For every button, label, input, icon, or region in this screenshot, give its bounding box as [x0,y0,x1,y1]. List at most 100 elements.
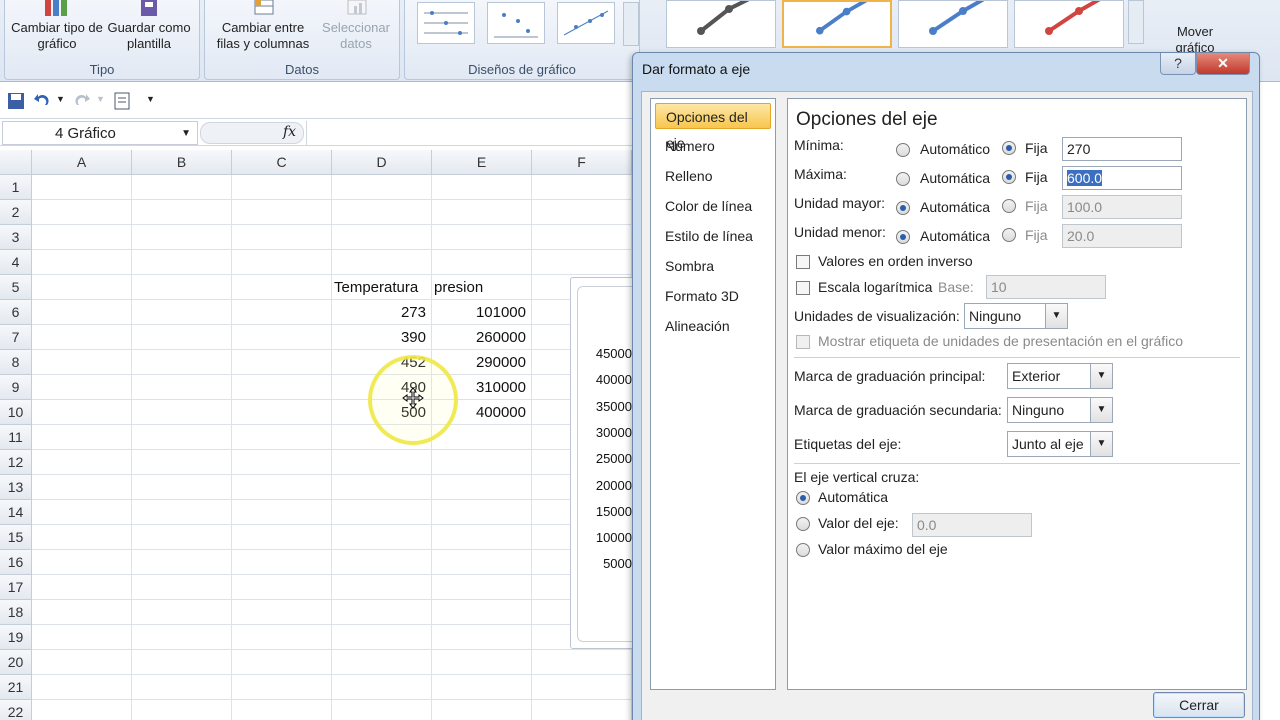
chart-style-2[interactable] [782,0,892,48]
crosses-value-input[interactable]: 0.0 [912,513,1032,537]
column-header-d[interactable]: D [332,150,432,175]
column-header-e[interactable]: E [432,150,532,175]
row-header-11[interactable]: 11 [0,425,32,450]
maximum-value-input[interactable]: 600.0 [1062,166,1182,190]
major-unit-fixed-radio[interactable] [1002,199,1016,213]
minimum-fixed-radio[interactable] [1002,141,1016,155]
maximum-fixed-radio[interactable] [1002,170,1016,184]
row-header-10[interactable]: 10 [0,400,32,425]
row-header-9[interactable]: 9 [0,375,32,400]
close-dialog-button[interactable]: Cerrar [1153,692,1245,718]
row-header-8[interactable]: 8 [0,350,32,375]
column-header-c[interactable]: C [232,150,332,175]
column-header-a[interactable]: A [32,150,132,175]
log-base-input[interactable]: 10 [986,275,1106,299]
styles-scroll[interactable] [1128,0,1144,44]
major-tick-value: Exterior [1012,368,1061,384]
cell-d7[interactable]: 390 [334,325,430,350]
minor-unit-fixed-radio[interactable] [1002,228,1016,242]
row-header-13[interactable]: 13 [0,475,32,500]
row-header-15[interactable]: 15 [0,525,32,550]
minor-unit-value-input[interactable]: 20.0 [1062,224,1182,248]
log-scale-checkbox[interactable] [796,281,810,295]
row-header-4[interactable]: 4 [0,250,32,275]
column-header-b[interactable]: B [132,150,232,175]
minor-tick-dropdown-icon[interactable]: ▼ [1090,398,1112,422]
name-box[interactable]: 4 Gráfico ▼ [2,121,198,145]
category-item[interactable]: Estilo de línea [655,223,771,249]
cell-d6[interactable]: 273 [334,300,430,325]
cell-e5[interactable]: presion [434,275,530,300]
axis-labels-dropdown-icon[interactable]: ▼ [1090,432,1112,456]
redo-dropdown-icon[interactable]: ▼ [96,94,105,104]
dialog-help-button[interactable]: ? [1160,53,1196,75]
category-item[interactable]: Relleno [655,163,771,189]
customize-qat-icon[interactable]: ▼ [146,94,155,104]
major-unit-auto-radio[interactable] [896,201,910,215]
row-header-17[interactable]: 17 [0,575,32,600]
row-header-3[interactable]: 3 [0,225,32,250]
crosses-auto-radio[interactable] [796,491,810,505]
major-tick-select[interactable]: Exterior ▼ [1007,363,1113,389]
row-header-5[interactable]: 5 [0,275,32,300]
display-units-value: Ninguno [969,308,1022,324]
chart-layout-3[interactable] [557,2,615,44]
cell-e7[interactable]: 260000 [434,325,530,350]
cell-d5[interactable]: Temperatura [334,275,430,300]
major-unit-value-input[interactable]: 100.0 [1062,195,1182,219]
row-header-6[interactable]: 6 [0,300,32,325]
row-header-22[interactable]: 22 [0,700,32,720]
display-units-dropdown-icon[interactable]: ▼ [1045,304,1067,328]
crosses-value-radio[interactable] [796,517,810,531]
layouts-scroll[interactable] [623,2,639,46]
minor-tick-select[interactable]: Ninguno ▼ [1007,397,1113,423]
cell-e6[interactable]: 101000 [434,300,530,325]
row-header-19[interactable]: 19 [0,625,32,650]
row-header-14[interactable]: 14 [0,500,32,525]
display-units-select[interactable]: Ninguno ▼ [964,303,1068,329]
row-header-7[interactable]: 7 [0,325,32,350]
chart-layout-2[interactable] [487,2,545,44]
reverse-order-checkbox[interactable] [796,255,810,269]
crosses-max-radio[interactable] [796,543,810,557]
row-header-20[interactable]: 20 [0,650,32,675]
switch-rows-columns-button[interactable]: Cambiar entre filas y columnas [209,0,317,52]
row-header-12[interactable]: 12 [0,450,32,475]
chart-style-3[interactable] [898,0,1008,48]
row-header-2[interactable]: 2 [0,200,32,225]
minor-unit-auto-radio[interactable] [896,230,910,244]
category-item[interactable]: Sombra [655,253,771,279]
change-chart-type-button[interactable]: Cambiar tipo de gráfico [9,0,105,52]
print-preview-icon[interactable] [112,91,132,111]
chart-style-1[interactable] [666,0,776,48]
row-header-1[interactable]: 1 [0,175,32,200]
show-units-checkbox[interactable] [796,335,810,349]
category-item[interactable]: Número [655,133,771,159]
maximum-auto-radio[interactable] [896,172,910,186]
name-box-dropdown-icon[interactable]: ▼ [181,128,191,139]
save-template-button[interactable]: Guardar como plantilla [101,0,197,52]
column-header-f[interactable]: F [532,150,632,175]
axis-labels-select[interactable]: Junto al eje ▼ [1007,431,1113,457]
row-header-18[interactable]: 18 [0,600,32,625]
category-item[interactable]: Alineación [655,313,771,339]
save-icon[interactable] [6,91,26,111]
row-header-21[interactable]: 21 [0,675,32,700]
major-tick-dropdown-icon[interactable]: ▼ [1090,364,1112,388]
select-all-corner[interactable] [0,150,32,175]
row-header-16[interactable]: 16 [0,550,32,575]
undo-icon[interactable] [32,91,52,111]
chart-style-4[interactable] [1014,0,1124,48]
row-gridline [32,224,640,225]
chart-layout-1[interactable] [417,2,475,44]
category-item[interactable]: Opciones del eje [655,103,771,151]
minimum-value-input[interactable]: 270 [1062,137,1182,161]
category-item[interactable]: Formato 3D [655,283,771,309]
select-data-button[interactable]: Seleccionar datos [315,0,397,52]
minimum-auto-radio[interactable] [896,143,910,157]
category-item[interactable]: Color de línea [655,193,771,219]
insert-function-button[interactable]: fx [283,124,296,140]
dialog-close-button[interactable]: ✕ [1196,53,1250,75]
undo-dropdown-icon[interactable]: ▼ [56,94,65,104]
redo-icon[interactable] [72,91,92,111]
